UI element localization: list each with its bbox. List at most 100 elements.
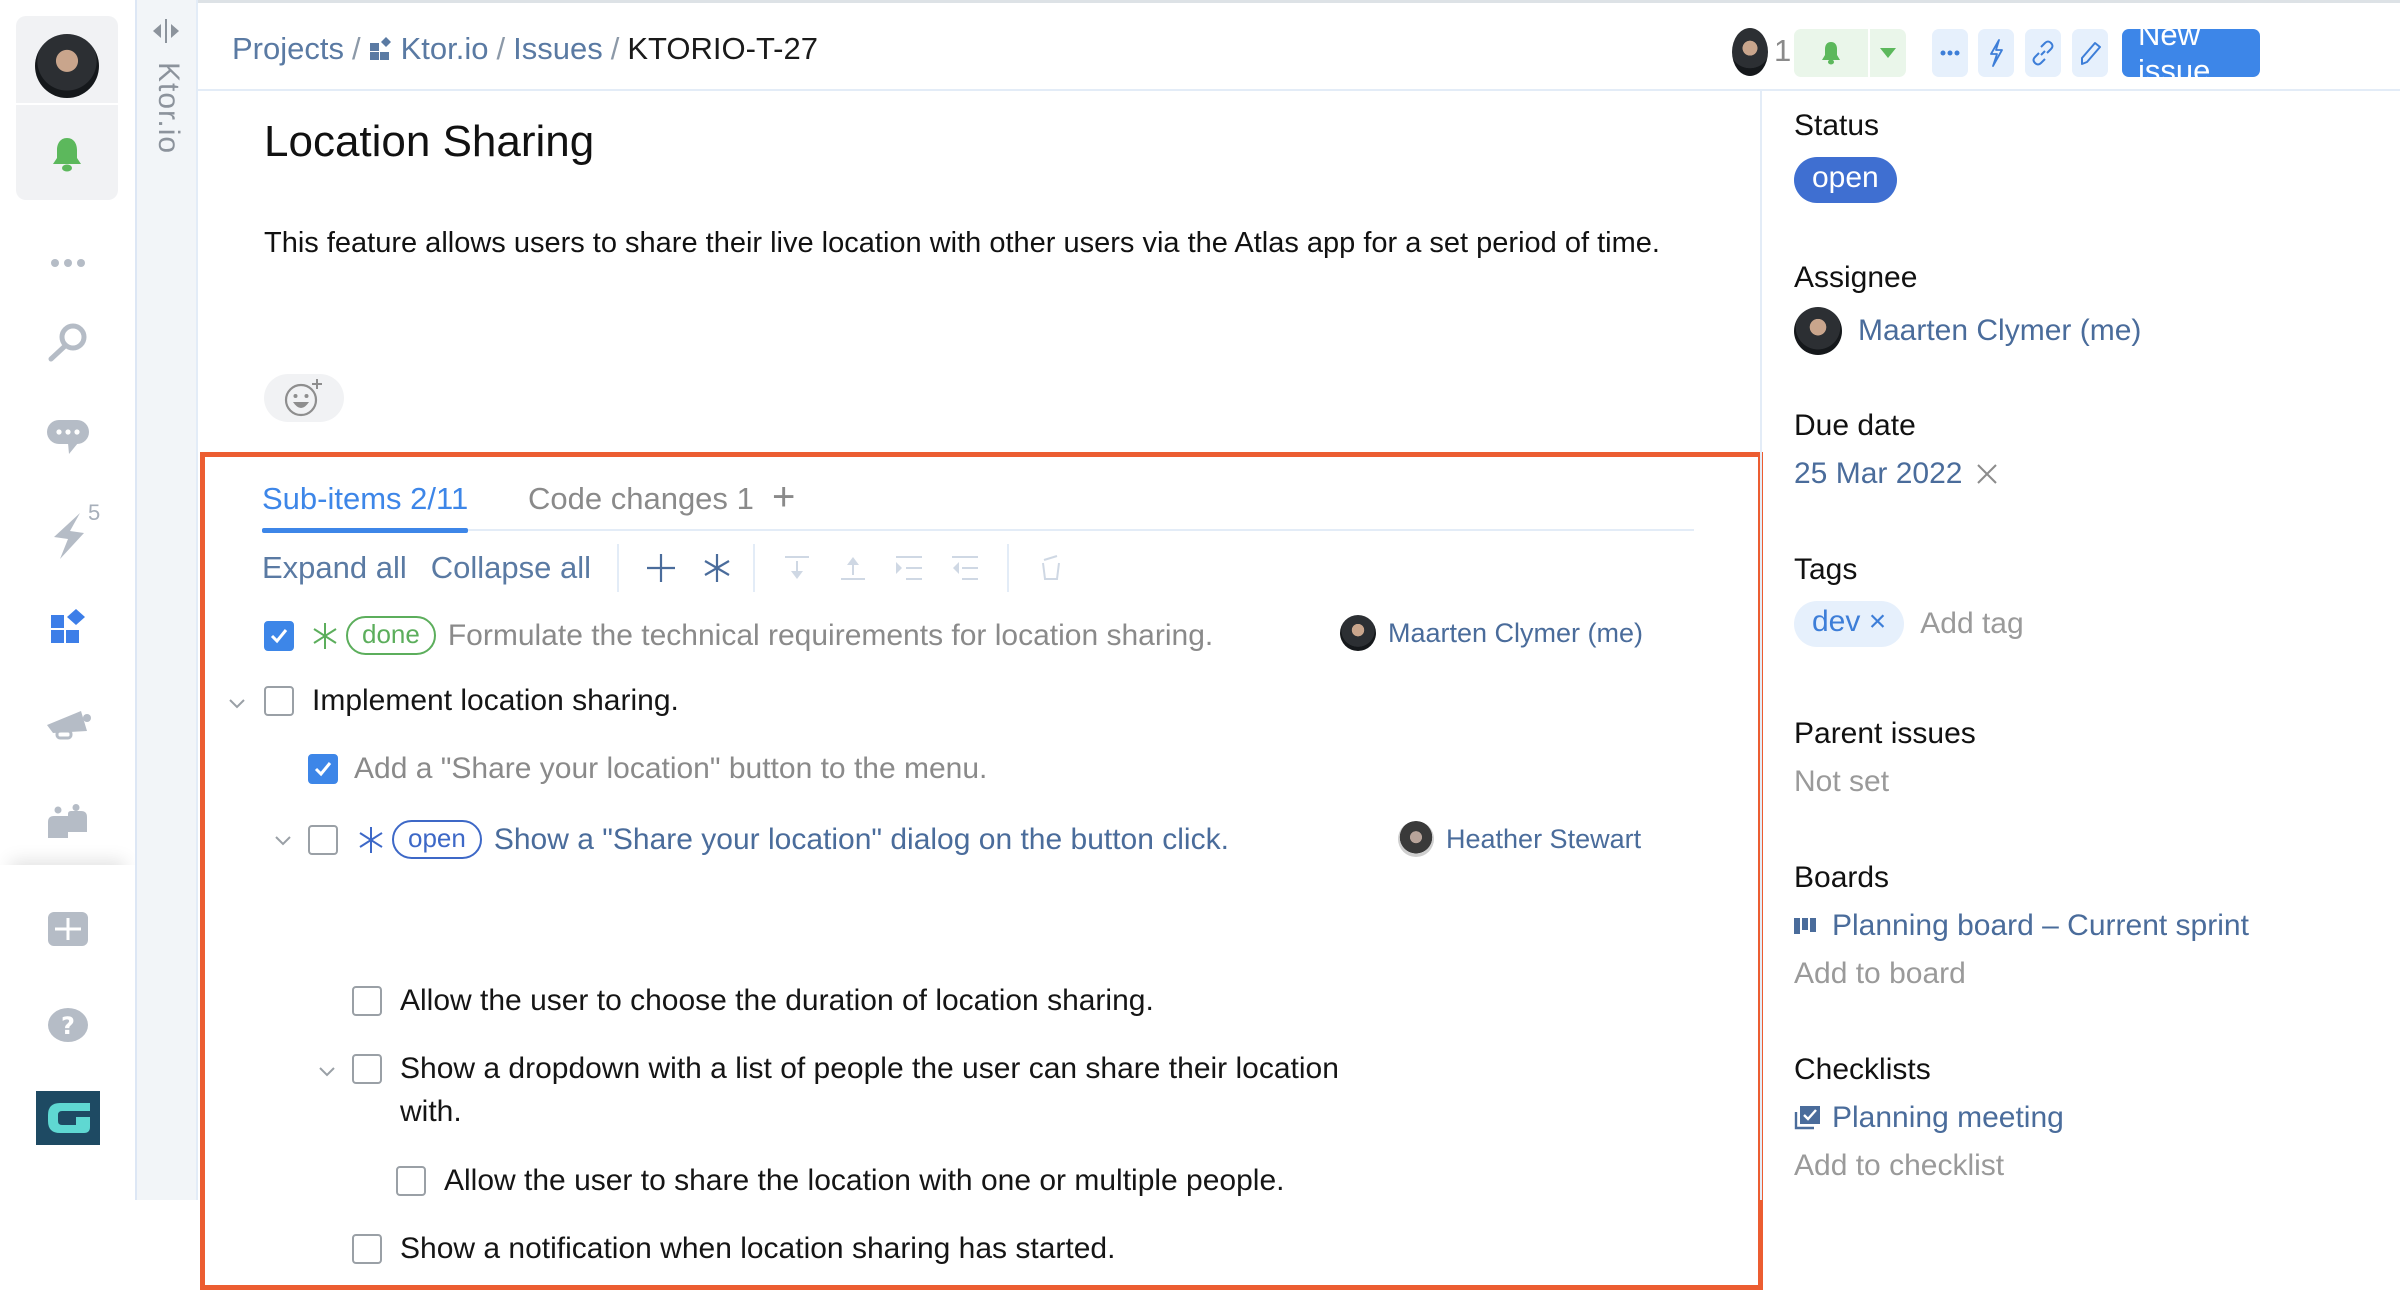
issue-title[interactable]: Location Sharing [264, 117, 594, 167]
org-logo-icon[interactable] [0, 1090, 135, 1146]
add-to-checklist-button[interactable]: Add to checklist [1794, 1149, 2004, 1183]
add-tag-input[interactable]: Add tag [1920, 607, 2023, 641]
parent-issues-label: Parent issues [1794, 717, 1976, 750]
board-link[interactable]: Planning board – Current sprint [1794, 909, 2249, 943]
status-field[interactable]: open [1794, 157, 1897, 203]
collapse-all-button[interactable]: Collapse all [431, 550, 591, 586]
status-badge[interactable]: open [392, 820, 482, 859]
sub-item-text[interactable]: Show a notification when location sharin… [400, 1232, 1115, 1266]
sub-item-checkbox[interactable] [308, 824, 338, 855]
help-icon[interactable]: ? [0, 1003, 135, 1047]
notification-dropdown[interactable] [1870, 29, 1906, 77]
breadcrumb-issues[interactable]: Issues [513, 31, 603, 67]
sidebar-bottom: ? [0, 865, 135, 1200]
sub-item-checkbox[interactable] [352, 986, 382, 1016]
lightning-icon[interactable]: 5 [0, 500, 135, 570]
emoji-add-icon [284, 379, 322, 417]
chevron-down-icon[interactable] [226, 693, 248, 715]
sub-item-checkbox[interactable] [264, 620, 294, 651]
sub-item-checkbox[interactable] [396, 1166, 426, 1196]
new-issue-button[interactable]: New issue [2122, 17, 2260, 88]
collapse-toggle-icon[interactable] [151, 18, 181, 49]
tab-code-changes[interactable]: Code changes 1 [528, 481, 754, 517]
move-up-icon[interactable] [831, 546, 875, 590]
sub-item-text[interactable]: Allow the user to share the location wit… [444, 1164, 1284, 1198]
add-sub-item-icon[interactable] [639, 546, 683, 590]
checklist-link[interactable]: Planning meeting [1794, 1101, 2064, 1135]
sub-item-assignee[interactable]: Maarten Clymer (me) [1340, 615, 1643, 651]
add-issue-icon[interactable] [695, 546, 739, 590]
checklist-icon [1794, 1106, 1820, 1130]
issue-type-icon [356, 825, 386, 855]
add-tab-button[interactable]: + [772, 475, 795, 520]
add-icon[interactable] [0, 907, 135, 951]
sub-item-text[interactable]: Add a "Share your location" button to th… [354, 752, 987, 786]
followers-count[interactable]: 1 [1774, 33, 1791, 69]
project-strip-label[interactable]: Ktor.io [151, 62, 185, 154]
sub-item-row[interactable]: open Show a "Share your location" dialog… [308, 820, 1229, 859]
more-icon[interactable] [0, 248, 135, 278]
add-reaction-button[interactable] [264, 374, 344, 422]
search-icon[interactable] [0, 318, 135, 368]
edit-button[interactable] [2072, 29, 2108, 77]
sub-item-text-continued: with. [400, 1095, 462, 1128]
due-date-value[interactable]: 25 Mar 2022 [1794, 457, 1962, 491]
parent-issues-value[interactable]: Not set [1794, 765, 1889, 799]
tab-sub-items[interactable]: Sub-items 2/11 [262, 481, 469, 533]
sub-item-row[interactable]: Show a notification when location sharin… [352, 1232, 1115, 1266]
team-icon[interactable] [0, 800, 135, 844]
checklists-label: Checklists [1794, 1053, 1931, 1086]
delete-icon[interactable] [1029, 546, 1073, 590]
sub-item-text[interactable]: Show a dropdown with a list of people th… [400, 1052, 1339, 1086]
left-sidebar: 5 ? [0, 0, 135, 1200]
chevron-down-icon[interactable] [316, 1061, 338, 1083]
breadcrumb-current: KTORIO-T-27 [627, 31, 818, 66]
assignee-field[interactable]: Maarten Clymer (me) [1794, 307, 2141, 355]
sub-item-row[interactable]: done Formulate the technical requirement… [264, 616, 1213, 655]
status-badge[interactable]: done [346, 616, 436, 655]
follower-avatar[interactable] [1732, 28, 1768, 76]
sub-item-row[interactable]: Allow the user to share the location wit… [396, 1164, 1284, 1198]
breadcrumb-project[interactable]: Ktor.io [401, 31, 489, 67]
expand-all-button[interactable]: Expand all [262, 550, 407, 586]
status-pill[interactable]: open [1794, 157, 1897, 203]
indent-icon[interactable] [887, 546, 931, 590]
megaphone-icon[interactable] [0, 702, 135, 746]
projects-icon[interactable] [0, 605, 135, 649]
chevron-down-icon[interactable] [272, 830, 294, 852]
sub-item-checkbox[interactable] [352, 1054, 382, 1084]
link-icon [2032, 40, 2054, 66]
sub-item-row[interactable]: Implement location sharing. [264, 684, 679, 718]
sub-item-checkbox[interactable] [308, 754, 338, 784]
user-avatar[interactable] [35, 34, 99, 98]
sub-item-text[interactable]: Formulate the technical requirements for… [448, 619, 1213, 653]
issue-details-panel: Status open Assignee Maarten Clymer (me)… [1760, 91, 2400, 1200]
sub-item-text[interactable]: Show a "Share your location" dialog on t… [494, 823, 1229, 857]
sub-item-row[interactable]: Add a "Share your location" button to th… [308, 752, 987, 786]
status-label: Status [1794, 109, 1880, 142]
due-date-field[interactable]: 25 Mar 2022 [1794, 457, 1998, 491]
remove-tag-icon[interactable]: × [1869, 605, 1887, 638]
issue-description[interactable]: This feature allows users to share their… [264, 221, 1664, 265]
automation-button[interactable] [1978, 29, 2014, 77]
sub-item-row[interactable]: Show a dropdown with a list of people th… [352, 1052, 1339, 1086]
outdent-icon[interactable] [943, 546, 987, 590]
sub-item-checkbox[interactable] [264, 686, 294, 716]
breadcrumb-projects[interactable]: Projects [232, 31, 344, 67]
more-button[interactable] [1932, 29, 1968, 77]
sub-item-checkbox[interactable] [352, 1234, 382, 1264]
sub-item-row[interactable]: Allow the user to choose the duration of… [352, 984, 1154, 1018]
copy-link-button[interactable] [2025, 29, 2061, 77]
user-section [16, 16, 118, 200]
clear-due-date-icon[interactable] [1976, 463, 1998, 485]
sub-item-assignee[interactable]: Heather Stewart [1398, 821, 1641, 857]
sub-item-text[interactable]: Implement location sharing. [312, 684, 679, 718]
bell-icon[interactable] [47, 134, 87, 179]
tag-dev[interactable]: dev × [1794, 601, 1905, 647]
move-down-icon[interactable] [775, 546, 819, 590]
add-to-board-button[interactable]: Add to board [1794, 957, 1966, 991]
chat-icon[interactable] [0, 412, 135, 462]
sub-item-text[interactable]: Allow the user to choose the duration of… [400, 984, 1154, 1018]
notification-toggle[interactable] [1794, 29, 1868, 77]
toolbar-divider [617, 544, 620, 592]
